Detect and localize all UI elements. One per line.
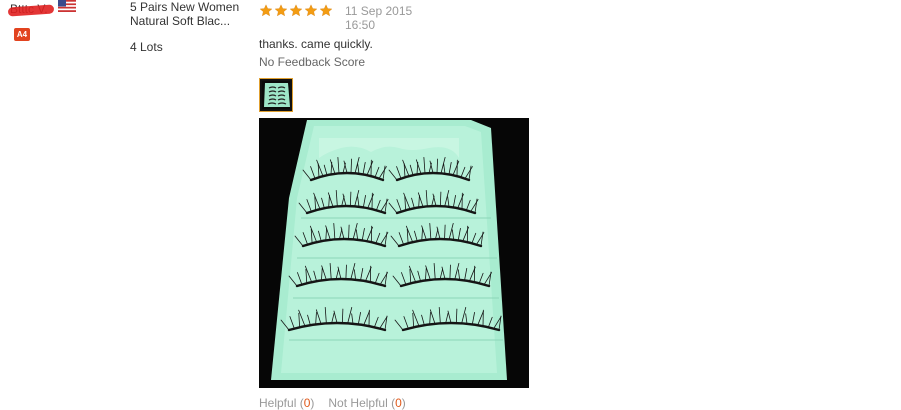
order-quantity: 4 Lots (130, 40, 163, 54)
star-icon (259, 4, 273, 17)
feedback-score: No Feedback Score (259, 55, 366, 69)
review-time: 16:50 (345, 18, 376, 32)
eyelash-hair (345, 264, 347, 280)
us-flag-icon (58, 0, 76, 12)
not-helpful-count: 0 (395, 396, 402, 410)
star-icon (304, 4, 318, 17)
product-title-link[interactable]: 5 Pairs New Women Natural Soft Blac... (130, 0, 250, 28)
review-date: 11 Sep 2015 (345, 4, 413, 18)
eyelash-hair (439, 191, 442, 207)
eyelash-hair (449, 264, 451, 280)
not-helpful-button[interactable]: Not Helpful (0) (328, 396, 405, 410)
helpful-button[interactable]: Helpful (0) (259, 396, 314, 410)
buyer-name[interactable]: Btttc V. (7, 2, 55, 17)
helpfulness-controls: Helpful (0) Not Helpful (0) (259, 396, 406, 410)
eyelash-hair (348, 224, 350, 240)
review-photo[interactable] (259, 118, 529, 388)
eyelash-hair (436, 158, 438, 174)
feedback-text: thanks. came quickly. (259, 37, 373, 51)
star-icon (289, 4, 303, 17)
eyelash-tray-thumbnail-image (262, 81, 290, 109)
eyelash-hair (455, 308, 458, 324)
star-rating (259, 4, 333, 17)
review-photo-thumbnail[interactable] (259, 78, 293, 112)
review-datetime: 11 Sep 2015 16:50 (345, 4, 412, 32)
eyelash-hair (444, 224, 446, 240)
star-icon (319, 4, 333, 17)
star-icon (274, 4, 288, 17)
eyelash-hair (349, 191, 352, 207)
eyelash-tray-image (259, 118, 529, 388)
eyelash-hair (341, 308, 344, 324)
buyer-level-badge: A4 (14, 28, 30, 41)
eyelash-hair (350, 158, 352, 174)
